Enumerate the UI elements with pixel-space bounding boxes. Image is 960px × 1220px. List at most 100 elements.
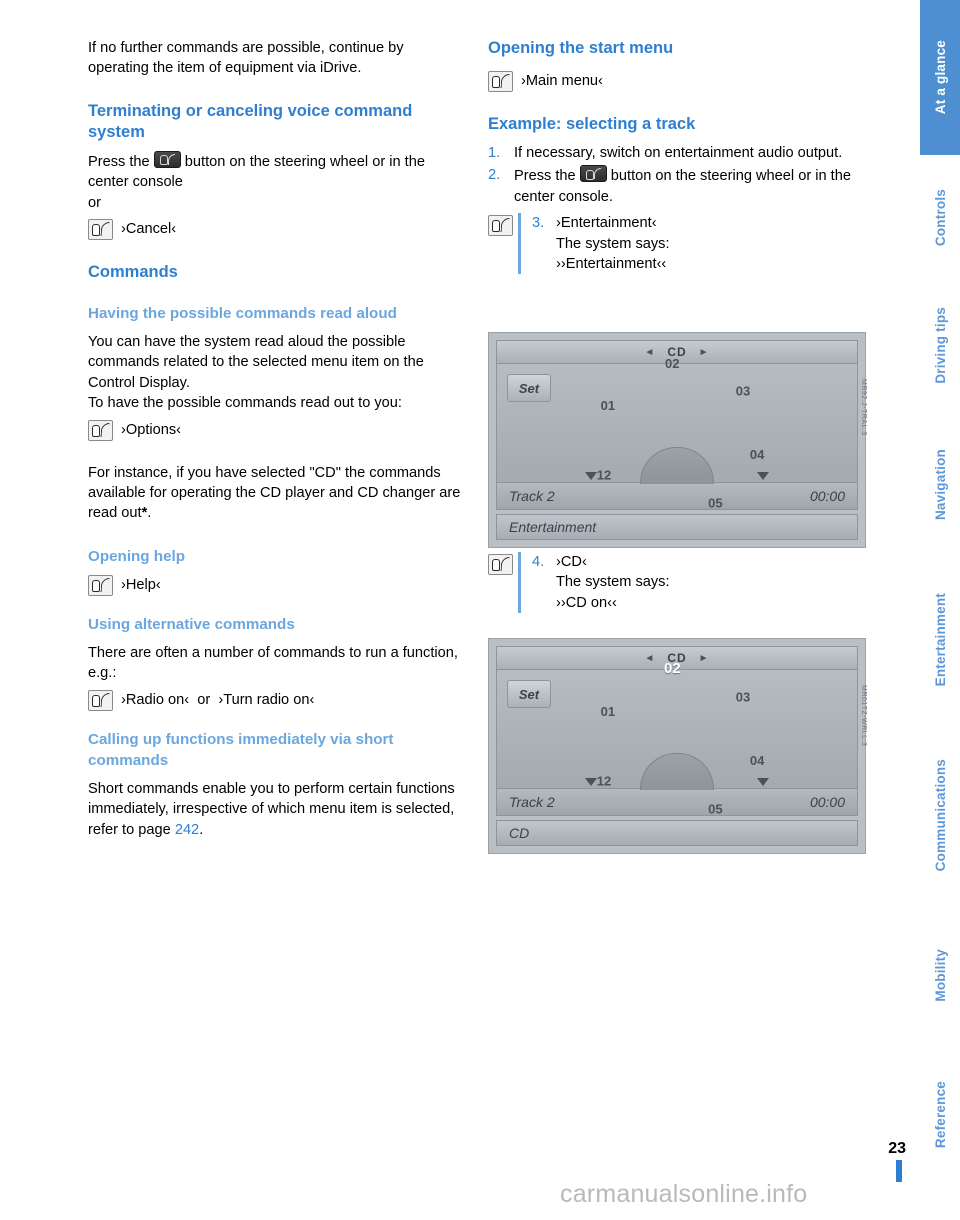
command-main-menu-label: ›Main menu‹ [521, 73, 603, 89]
figure-1-status-bar: Entertainment [496, 514, 858, 540]
step-4-command-line: 4. ›CD‹ [532, 552, 866, 572]
list-item: 1. If necessary, switch on entertainment… [488, 143, 866, 163]
instance-end: . [147, 505, 152, 522]
step-4-command: ›CD‹ [556, 554, 587, 570]
figure-1-track-label: Track 2 [509, 488, 555, 504]
sidebar-item-reference[interactable]: Reference [920, 1045, 960, 1185]
set-button: Set [507, 680, 551, 708]
press-button-paragraph: Press the button on the steering wheel o… [88, 150, 462, 193]
figure-2-time: 00:00 [809, 794, 845, 810]
voice-command-icon [488, 215, 513, 237]
sidebar-item-entertainment[interactable]: Entertainment [920, 560, 960, 720]
command-help-label: ›Help‹ [121, 576, 161, 593]
steering-wheel-button-icon [579, 165, 607, 183]
sidebar-item-driving-tips[interactable]: Driving tips [920, 280, 960, 410]
tab-label: Entertainment [932, 593, 948, 687]
step-3-says-label: The system says: [556, 235, 670, 252]
voice-command-icon [88, 574, 113, 596]
tab-label: Driving tips [932, 306, 948, 384]
sidebar-item-navigation[interactable]: Navigation [920, 415, 960, 555]
voice-command-icon [88, 219, 113, 241]
dial-tick: 05 [708, 801, 723, 816]
left-arrow-icon: ◄ [644, 652, 656, 664]
instance-paragraph: For instance, if you have selected "CD" … [88, 463, 462, 524]
command-radio-on: ›Radio on‹ or ›Turn radio on‹ [88, 689, 462, 711]
step-accent-bar [518, 552, 521, 614]
dial-tick: 01 [600, 704, 616, 720]
dial-tick: 02 [665, 356, 680, 371]
track-dial: 11 12 01 02 03 04 05 [579, 660, 775, 815]
manual-page: If no further commands are possible, con… [0, 0, 960, 1220]
step-accent-bar [518, 213, 521, 275]
section-tab-rail: At a glance Controls Driving tips Naviga… [920, 0, 960, 1220]
sidebar-item-controls[interactable]: Controls [920, 160, 960, 275]
figure-2-track-bar: Track 2 00:00 [497, 788, 857, 815]
press-the-label: Press the [88, 153, 150, 170]
command-radio-on-label: ›Radio on‹ [121, 691, 190, 708]
page-reference-link[interactable]: 242 [175, 822, 199, 838]
heading-having-read-aloud: Having the possible commands read aloud [88, 305, 397, 323]
heading-alternative-commands: Using alternative commands [88, 615, 295, 633]
dial-tick-selected: 02 [664, 660, 681, 677]
step-4-says-label: The system says: [556, 574, 670, 591]
sidebar-item-mobility[interactable]: Mobility [920, 910, 960, 1040]
heading-opening-help: Opening help [88, 547, 186, 565]
dial-tick: 11 [643, 815, 657, 816]
voice-command-icon [488, 554, 513, 575]
sidebar-item-at-a-glance[interactable]: At a glance [920, 0, 960, 155]
figure-cd-screen: ◄ CD ► Set 11 12 01 02 03 04 05 [488, 638, 867, 854]
step-number: 2. [488, 167, 501, 184]
command-cancel: ›Cancel‹ [88, 219, 462, 241]
step-4-container: 4. ›CD‹ The system says: ››CD on‹‹ [488, 552, 866, 614]
figure-2-track-label: Track 2 [509, 794, 555, 810]
short-commands-text: Short commands enable you to perform cer… [88, 780, 455, 838]
right-column: Opening the start menu ›Main menu‹ Examp… [488, 38, 866, 275]
figure-1-body: Set 11 12 01 02 03 04 05 [497, 356, 857, 509]
dial-tick: 03 [735, 383, 751, 399]
right-marker-icon [757, 472, 769, 480]
sidebar-item-communications[interactable]: Communications [920, 725, 960, 905]
left-marker-icon [585, 778, 597, 786]
figure-2-code: MR01TZ-WRLL.3 [860, 685, 867, 747]
short-commands-end: . [199, 821, 204, 838]
step-number: 3. [532, 215, 545, 232]
figure-1-code: MR92.J-TRAL.3 [860, 379, 867, 436]
tab-label: Mobility [932, 948, 948, 1002]
command-options-label: ›Options‹ [121, 421, 182, 438]
left-arrow-icon: ◄ [644, 346, 656, 358]
command-main-menu: ›Main menu‹ [488, 71, 866, 92]
dial-tick: 12 [596, 773, 612, 789]
figure-2-status-bar: CD [496, 820, 858, 846]
dial-tick: 01 [600, 398, 616, 414]
command-turn-radio-on-label: ›Turn radio on‹ [218, 691, 315, 708]
step-4-block: 4. ›CD‹ The system says: ››CD on‹‹ [488, 552, 866, 614]
tab-label: Reference [932, 1081, 948, 1149]
heading-opening-start-menu: Opening the start menu [488, 39, 674, 57]
command-options: ›Options‹ [88, 419, 462, 441]
left-column: If no further commands are possible, con… [88, 38, 462, 840]
figure-2-body: Set 11 12 01 02 03 04 05 [497, 660, 857, 815]
heading-terminating: Terminating or canceling voice command s… [88, 101, 413, 141]
step-3-text: 3. ›Entertainment‹ The system says: ››Ent… [532, 213, 866, 274]
list-item: 2. Press the button on the steering whee… [488, 165, 866, 207]
voice-command-icon [88, 689, 113, 711]
set-button-label: Set [518, 380, 540, 396]
steering-wheel-button-icon [153, 150, 181, 168]
dial-tick: 04 [749, 753, 765, 769]
page-number: 23 [888, 1140, 906, 1157]
dial-tick: 05 [708, 495, 723, 510]
step-text: Press the button on the steering wheel o… [514, 165, 866, 207]
alternative-paragraph: There are often a number of commands to … [88, 644, 458, 682]
dial-tick: 12 [596, 467, 612, 483]
heading-example-selecting-track: Example: selecting a track [488, 115, 696, 133]
step-text-before: Press the [514, 168, 576, 185]
dial-tick: 04 [749, 447, 765, 463]
step-3-says-value: ››Entertainment‹‹ [556, 256, 667, 273]
tab-label: Communications [932, 758, 948, 872]
watermark: carmanualsonline.info [560, 1180, 808, 1208]
step-4-icon-slot [488, 552, 518, 578]
tab-label: Navigation [932, 449, 948, 521]
step-4-text: 4. ›CD‹ The system says: ››CD on‹‹ [532, 552, 866, 613]
step-4-says-value: ››CD on‹‹ [556, 594, 617, 611]
short-commands-paragraph: Short commands enable you to perform cer… [88, 779, 462, 840]
